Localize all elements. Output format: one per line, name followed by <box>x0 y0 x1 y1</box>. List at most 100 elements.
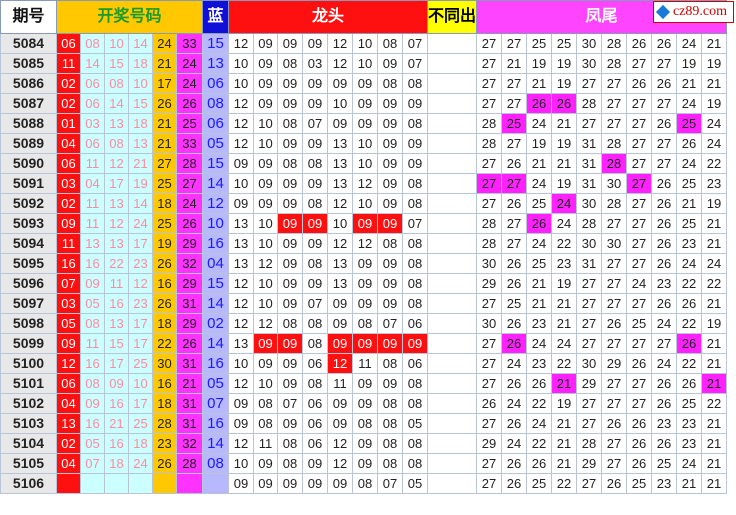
phoenix-tail-cell: 26 <box>626 413 653 434</box>
draw-number-cell: 09 <box>80 393 105 414</box>
draw-number-cell: 13 <box>104 193 129 214</box>
phoenix-tail-cell: 27 <box>476 93 503 114</box>
draw-number-cell: 26 <box>176 333 203 354</box>
not-same-cell <box>426 33 478 54</box>
not-same-cell <box>426 153 478 174</box>
draw-number-cell: 22 <box>152 333 177 354</box>
site-logo: cz89.com <box>652 1 734 23</box>
dragon-head-cell: 10 <box>228 53 254 74</box>
draw-number-cell: 33 <box>176 133 203 154</box>
dragon-head-cell: 12 <box>352 173 378 194</box>
period-cell: 5087 <box>0 93 57 114</box>
period-cell: 5099 <box>0 333 57 354</box>
dragon-head-cell: 09 <box>302 93 328 114</box>
dragon-head-cell: 12 <box>228 373 254 394</box>
dragon-head-cell: 09 <box>352 273 378 294</box>
phoenix-tail-cell: 28 <box>601 133 628 154</box>
phoenix-tail-cell: 26 <box>501 413 528 434</box>
dragon-head-cell: 07 <box>377 473 403 494</box>
phoenix-tail-cell: 27 <box>626 173 653 194</box>
phoenix-tail-cell: 26 <box>651 433 678 454</box>
phoenix-tail-cell: 27 <box>476 73 503 94</box>
draw-number-cell: 05 <box>80 293 105 314</box>
phoenix-tail-cell: 27 <box>476 153 503 174</box>
phoenix-tail-cell: 25 <box>651 453 678 474</box>
phoenix-tail-cell: 21 <box>551 453 578 474</box>
phoenix-tail-cell: 23 <box>651 273 678 294</box>
dragon-head-cell: 11 <box>253 433 278 454</box>
draw-number-cell: 23 <box>128 293 153 314</box>
draw-number-cell: 30 <box>152 353 177 374</box>
dragon-head-cell: 06 <box>402 313 428 334</box>
dragon-head-cell: 12 <box>228 273 254 294</box>
phoenix-tail-cell: 26 <box>651 373 678 394</box>
blue-number-cell: 10 <box>202 213 229 234</box>
phoenix-tail-cell: 24 <box>501 393 528 414</box>
dragon-head-cell: 08 <box>402 453 428 474</box>
draw-number-cell: 25 <box>128 413 153 434</box>
draw-number-cell: 09 <box>56 333 81 354</box>
phoenix-tail-cell: 26 <box>476 393 503 414</box>
not-same-cell <box>426 433 478 454</box>
draw-number-cell <box>152 473 177 494</box>
dragon-head-cell: 09 <box>277 73 303 94</box>
dragon-head-cell: 09 <box>377 293 403 314</box>
phoenix-tail-cell: 27 <box>501 233 528 254</box>
phoenix-tail-cell: 25 <box>676 113 703 134</box>
phoenix-tail-cell: 30 <box>601 233 628 254</box>
phoenix-tail-cell: 30 <box>476 253 503 274</box>
phoenix-tail-cell: 24 <box>551 193 578 214</box>
not-same-cell <box>426 333 478 354</box>
phoenix-tail-cell: 19 <box>701 53 728 74</box>
phoenix-tail-cell: 28 <box>476 133 503 154</box>
dragon-head-cell: 07 <box>377 313 403 334</box>
phoenix-tail-cell: 22 <box>676 273 703 294</box>
draw-number-cell: 16 <box>104 293 129 314</box>
phoenix-tail-cell: 27 <box>601 213 628 234</box>
dragon-head-cell: 08 <box>352 413 378 434</box>
phoenix-tail-cell: 23 <box>676 413 703 434</box>
dragon-head-cell: 09 <box>402 93 428 114</box>
draw-number-cell: 21 <box>104 413 129 434</box>
table-row: 5098 05 08 13 17 18 29 02 12 12 08 08 09 08 07 06 30 26 23… <box>0 313 728 334</box>
draw-number-cell: 02 <box>56 93 81 114</box>
draw-number-cell: 23 <box>128 253 153 274</box>
phoenix-tail-cell: 26 <box>526 93 553 114</box>
phoenix-tail-cell: 26 <box>526 373 553 394</box>
draw-number-cell: 16 <box>80 353 105 374</box>
draw-number-cell: 17 <box>128 393 153 414</box>
draw-number-cell: 06 <box>80 73 105 94</box>
phoenix-tail-cell: 21 <box>676 473 703 494</box>
draw-number-cell: 31 <box>176 293 203 314</box>
phoenix-tail-cell: 27 <box>626 233 653 254</box>
phoenix-tail-cell: 27 <box>626 93 653 114</box>
dragon-head-cell: 09 <box>377 173 403 194</box>
dragon-head-cell: 09 <box>402 333 428 354</box>
phoenix-tail-cell: 26 <box>526 213 553 234</box>
period-cell: 5093 <box>0 213 57 234</box>
dragon-head-cell: 08 <box>402 373 428 394</box>
phoenix-tail-cell: 25 <box>526 473 553 494</box>
phoenix-tail-cell: 30 <box>576 193 603 214</box>
phoenix-tail-cell: 26 <box>651 293 678 314</box>
period-cell: 5089 <box>0 133 57 154</box>
dragon-head-cell: 09 <box>277 233 303 254</box>
phoenix-tail-cell: 26 <box>626 453 653 474</box>
draw-number-cell: 18 <box>128 113 153 134</box>
draw-number-cell: 11 <box>104 273 129 294</box>
logo-icon <box>655 4 671 19</box>
not-same-cell <box>426 233 478 254</box>
phoenix-tail-cell: 27 <box>476 193 503 214</box>
phoenix-tail-cell: 27 <box>601 93 628 114</box>
dragon-head-cell: 09 <box>228 193 254 214</box>
draw-number-cell: 12 <box>104 213 129 234</box>
draw-number-cell: 15 <box>104 53 129 74</box>
table-row: 5099 09 11 15 17 22 26 14 13 09 09 08 09 09 09 09 27 26 24… <box>0 333 728 354</box>
draw-number-cell: 17 <box>104 173 129 194</box>
phoenix-tail-cell: 25 <box>501 293 528 314</box>
draw-number-cell: 21 <box>152 53 177 74</box>
dragon-head-cell: 08 <box>277 453 303 474</box>
table-row: 5084 06 08 10 14 24 33 15 12 09 09 09 12 10 08 07 27 27 25… <box>0 33 728 54</box>
table-row: 5085 11 14 15 18 21 24 13 10 09 08 03 12 10 09 07 27 21 19… <box>0 53 728 74</box>
phoenix-tail-cell: 27 <box>576 473 603 494</box>
